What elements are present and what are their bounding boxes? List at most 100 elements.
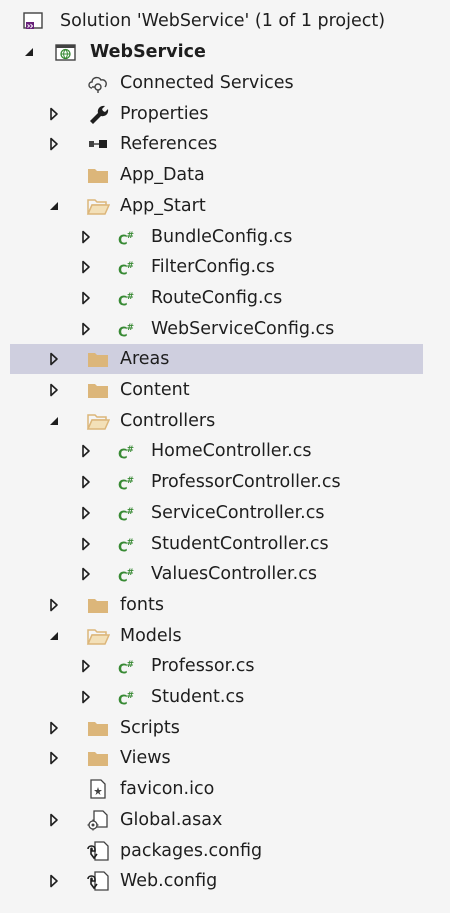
tree-item-label: Areas <box>120 349 170 369</box>
csharp-file-icon: C# <box>118 445 134 463</box>
tree-item-filterconfig-cs[interactable]: C# FilterConfig.cs <box>0 252 450 282</box>
tree-item-studentcontroller-cs[interactable]: C# StudentController.cs <box>0 529 450 559</box>
tree-item-label: Content <box>120 380 190 400</box>
folder-icon <box>86 379 110 401</box>
tree-item-routeconfig-cs[interactable]: C# RouteConfig.cs <box>0 283 450 313</box>
asax-file-icon <box>86 809 110 831</box>
tree-item-professor-cs[interactable]: C# Professor.cs <box>0 651 450 681</box>
tree-item-label: HomeController.cs <box>151 441 312 461</box>
tree-item-label: packages.config <box>120 841 263 861</box>
collapsed-arrow-icon[interactable] <box>79 259 93 275</box>
collapsed-arrow-icon[interactable] <box>79 229 93 245</box>
collapsed-arrow-icon[interactable] <box>79 566 93 582</box>
collapsed-arrow-icon[interactable] <box>47 382 61 398</box>
csharp-file-icon: C# <box>118 538 134 556</box>
csharp-file-icon: C# <box>118 292 134 310</box>
tree-item-label: Controllers <box>120 411 216 431</box>
folder-icon <box>86 164 110 186</box>
config-file-icon <box>86 840 110 862</box>
tree-item-label: App_Data <box>120 165 205 185</box>
solution-node[interactable]: Solution 'WebService' (1 of 1 project) <box>0 6 450 36</box>
collapsed-arrow-icon[interactable] <box>47 597 61 613</box>
expanded-arrow-icon[interactable] <box>47 198 61 214</box>
tree-item-label: fonts <box>120 595 164 615</box>
tree-item-label: favicon.ico <box>120 779 215 799</box>
wrench-icon <box>86 103 110 125</box>
expanded-arrow-icon[interactable] <box>22 44 36 60</box>
tree-item-label: Connected Services <box>120 73 294 93</box>
expanded-arrow-icon[interactable] <box>47 628 61 644</box>
tree-item-web-config[interactable]: Web.config <box>0 866 450 896</box>
collapsed-arrow-icon[interactable] <box>47 873 61 889</box>
collapsed-arrow-icon[interactable] <box>79 443 93 459</box>
collapsed-arrow-icon[interactable] <box>79 658 93 674</box>
tree-item-label: BundleConfig.cs <box>151 227 293 247</box>
collapsed-arrow-icon[interactable] <box>79 689 93 705</box>
folder-icon <box>86 747 110 769</box>
tree-item-label: RouteConfig.cs <box>151 288 283 308</box>
collapsed-arrow-icon[interactable] <box>79 536 93 552</box>
collapsed-arrow-icon[interactable] <box>47 720 61 736</box>
folder-open-icon <box>86 625 111 647</box>
csharp-file-icon: C# <box>118 660 134 678</box>
solution-label: Solution 'WebService' (1 of 1 project) <box>60 11 386 31</box>
tree-item-fonts[interactable]: fonts <box>0 590 450 620</box>
tree-item-servicecontroller-cs[interactable]: C# ServiceController.cs <box>0 498 450 528</box>
connected-services-icon <box>86 72 110 94</box>
folder-icon <box>86 594 110 616</box>
collapsed-arrow-icon[interactable] <box>79 290 93 306</box>
tree-item-homecontroller-cs[interactable]: C# HomeController.cs <box>0 436 450 466</box>
csharp-file-icon: C# <box>118 231 134 249</box>
csharp-file-icon: C# <box>118 476 134 494</box>
tree-item-references[interactable]: References <box>0 129 450 159</box>
tree-item-student-cs[interactable]: C# Student.cs <box>0 682 450 712</box>
csharp-file-icon: C# <box>118 507 134 525</box>
tree-item-app-data[interactable]: App_Data <box>0 160 450 190</box>
tree-item-label: FilterConfig.cs <box>151 257 275 277</box>
csharp-file-icon: C# <box>118 691 134 709</box>
tree-item-label: StudentController.cs <box>151 534 329 554</box>
tree-item-label: WebServiceConfig.cs <box>151 319 335 339</box>
tree-item-label: Student.cs <box>151 687 245 707</box>
tree-item-bundleconfig-cs[interactable]: C# BundleConfig.cs <box>0 222 450 252</box>
folder-open-icon <box>86 410 111 432</box>
web-project-icon <box>54 41 78 63</box>
references-icon <box>86 133 110 155</box>
tree-item-views[interactable]: Views <box>0 743 450 773</box>
tree-item-controllers[interactable]: Controllers <box>0 406 450 436</box>
collapsed-arrow-icon[interactable] <box>47 136 61 152</box>
tree-item-label: Views <box>120 748 171 768</box>
collapsed-arrow-icon[interactable] <box>79 505 93 521</box>
collapsed-arrow-icon[interactable] <box>79 321 93 337</box>
collapsed-arrow-icon[interactable] <box>79 474 93 490</box>
tree-item-global-asax[interactable]: Global.asax <box>0 805 450 835</box>
tree-item-connected-services[interactable]: Connected Services <box>0 68 450 98</box>
tree-item-label: ValuesController.cs <box>151 564 317 584</box>
tree-item-models[interactable]: Models <box>0 621 450 651</box>
tree-item-content[interactable]: Content <box>0 375 450 405</box>
tree-item-areas[interactable]: Areas <box>10 344 423 374</box>
tree-item-label: Models <box>120 626 182 646</box>
tree-item-label: Properties <box>120 104 209 124</box>
collapsed-arrow-icon[interactable] <box>47 812 61 828</box>
tree-item-label: ProfessorController.cs <box>151 472 341 492</box>
tree-item-favicon-ico[interactable]: favicon.ico <box>0 774 450 804</box>
expanded-arrow-icon[interactable] <box>47 413 61 429</box>
tree-item-properties[interactable]: Properties <box>0 99 450 129</box>
tree-item-label: References <box>120 134 218 154</box>
project-node[interactable]: WebService <box>0 37 450 67</box>
project-label: WebService <box>90 42 206 62</box>
tree-item-valuescontroller-cs[interactable]: C# ValuesController.cs <box>0 559 450 589</box>
config-file-icon <box>86 870 110 892</box>
tree-item-label: Professor.cs <box>151 656 255 676</box>
tree-item-scripts[interactable]: Scripts <box>0 713 450 743</box>
tree-item-professorcontroller-cs[interactable]: C# ProfessorController.cs <box>0 467 450 497</box>
tree-item-webserviceconfig-cs[interactable]: C# WebServiceConfig.cs <box>0 314 450 344</box>
collapsed-arrow-icon[interactable] <box>47 351 61 367</box>
tree-item-app-start[interactable]: App_Start <box>0 191 450 221</box>
folder-icon <box>86 717 110 739</box>
collapsed-arrow-icon[interactable] <box>47 750 61 766</box>
tree-item-packages-config[interactable]: packages.config <box>0 836 450 866</box>
tree-item-label: Global.asax <box>120 810 223 830</box>
collapsed-arrow-icon[interactable] <box>47 106 61 122</box>
